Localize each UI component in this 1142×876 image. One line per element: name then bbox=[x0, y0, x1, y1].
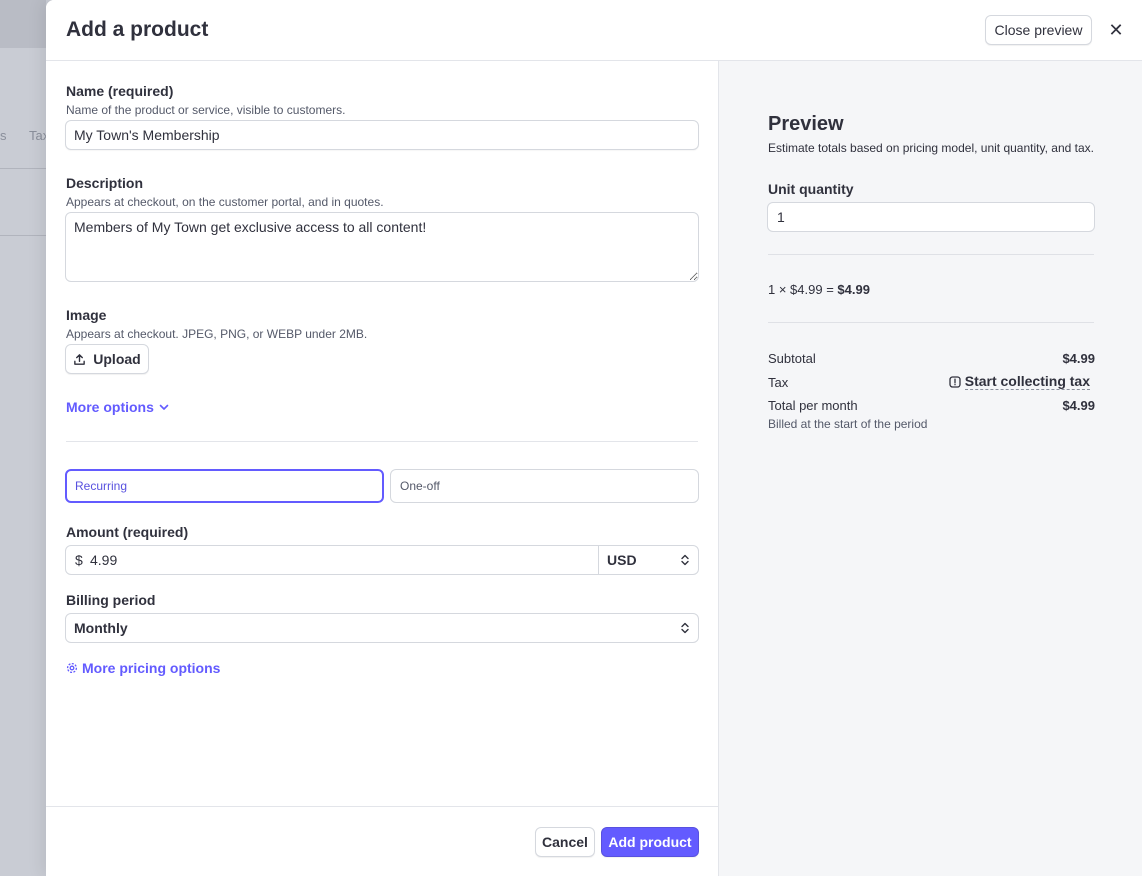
backdrop-tab-fragment: s bbox=[0, 128, 7, 143]
start-collecting-tax-link[interactable]: Start collecting tax bbox=[949, 374, 1090, 390]
preview-divider bbox=[768, 322, 1094, 323]
total-label: Total per month bbox=[768, 398, 858, 413]
add-product-modal: Add a product Close preview ✕ Name (requ… bbox=[46, 0, 1142, 876]
preview-panel: Preview Estimate totals based on pricing… bbox=[718, 61, 1142, 876]
modal-title: Add a product bbox=[66, 18, 209, 41]
name-input[interactable] bbox=[65, 120, 699, 150]
section-divider bbox=[66, 441, 698, 442]
subtotal-value: $4.99 bbox=[1062, 351, 1095, 366]
select-arrows-icon bbox=[681, 554, 689, 566]
description-textarea[interactable]: Members of My Town get exclusive access … bbox=[65, 212, 699, 282]
chevron-down-icon bbox=[159, 404, 169, 410]
more-options-label: More options bbox=[66, 399, 154, 415]
amount-field: $ USD bbox=[65, 545, 699, 575]
one-off-option[interactable]: One-off bbox=[390, 469, 699, 503]
backdrop-divider bbox=[0, 235, 46, 236]
close-preview-button[interactable]: Close preview bbox=[985, 15, 1092, 45]
modal-footer: Cancel Add product bbox=[46, 806, 718, 876]
billing-period-label: Billing period bbox=[66, 592, 156, 608]
amount-label: Amount (required) bbox=[66, 524, 189, 540]
start-collecting-tax-label: Start collecting tax bbox=[964, 373, 1090, 390]
price-calculation: 1 × $4.99 = $4.99 bbox=[768, 282, 870, 297]
name-label: Name (required) bbox=[66, 83, 174, 99]
billing-period-select[interactable]: Monthly bbox=[65, 613, 699, 643]
image-label: Image bbox=[66, 307, 107, 323]
preview-subtitle: Estimate totals based on pricing model, … bbox=[768, 141, 1094, 155]
tax-label: Tax bbox=[768, 375, 789, 390]
more-pricing-options-label: More pricing options bbox=[82, 660, 221, 676]
more-options-link[interactable]: More options bbox=[66, 399, 170, 415]
unit-quantity-input[interactable] bbox=[767, 202, 1095, 232]
billing-period-value: Monthly bbox=[74, 620, 128, 636]
recurring-option[interactable]: Recurring bbox=[65, 469, 384, 503]
calc-total: $4.99 bbox=[837, 282, 870, 297]
unit-quantity-label: Unit quantity bbox=[768, 181, 854, 197]
more-pricing-options-link[interactable]: More pricing options bbox=[66, 660, 220, 676]
upload-icon bbox=[74, 353, 86, 365]
upload-button[interactable]: Upload bbox=[65, 344, 149, 374]
billing-note: Billed at the start of the period bbox=[768, 417, 928, 431]
backdrop-topbar bbox=[0, 0, 46, 48]
upload-label: Upload bbox=[93, 351, 141, 367]
subtotal-label: Subtotal bbox=[768, 351, 816, 366]
preview-title: Preview bbox=[768, 113, 844, 135]
modal-header: Add a product Close preview ✕ bbox=[46, 0, 1142, 61]
add-product-button[interactable]: Add product bbox=[601, 827, 699, 857]
currency-select[interactable]: USD bbox=[598, 546, 698, 574]
description-label: Description bbox=[66, 175, 144, 191]
cancel-button[interactable]: Cancel bbox=[535, 827, 595, 857]
currency-value: USD bbox=[607, 552, 637, 568]
amount-input[interactable] bbox=[90, 546, 598, 574]
product-form: Name (required) Name of the product or s… bbox=[46, 61, 718, 806]
calc-expression: 1 × $4.99 = bbox=[768, 282, 834, 297]
info-icon bbox=[949, 376, 961, 388]
backdrop-divider bbox=[0, 168, 46, 169]
currency-symbol: $ bbox=[75, 552, 83, 568]
preview-divider bbox=[768, 254, 1094, 255]
name-hint: Name of the product or service, visible … bbox=[66, 103, 346, 117]
description-hint: Appears at checkout, on the customer por… bbox=[66, 195, 384, 209]
close-icon[interactable]: ✕ bbox=[1106, 18, 1126, 42]
total-value: $4.99 bbox=[1062, 398, 1095, 413]
select-arrows-icon bbox=[681, 622, 689, 634]
image-hint: Appears at checkout. JPEG, PNG, or WEBP … bbox=[66, 327, 368, 341]
gear-icon bbox=[66, 662, 78, 674]
